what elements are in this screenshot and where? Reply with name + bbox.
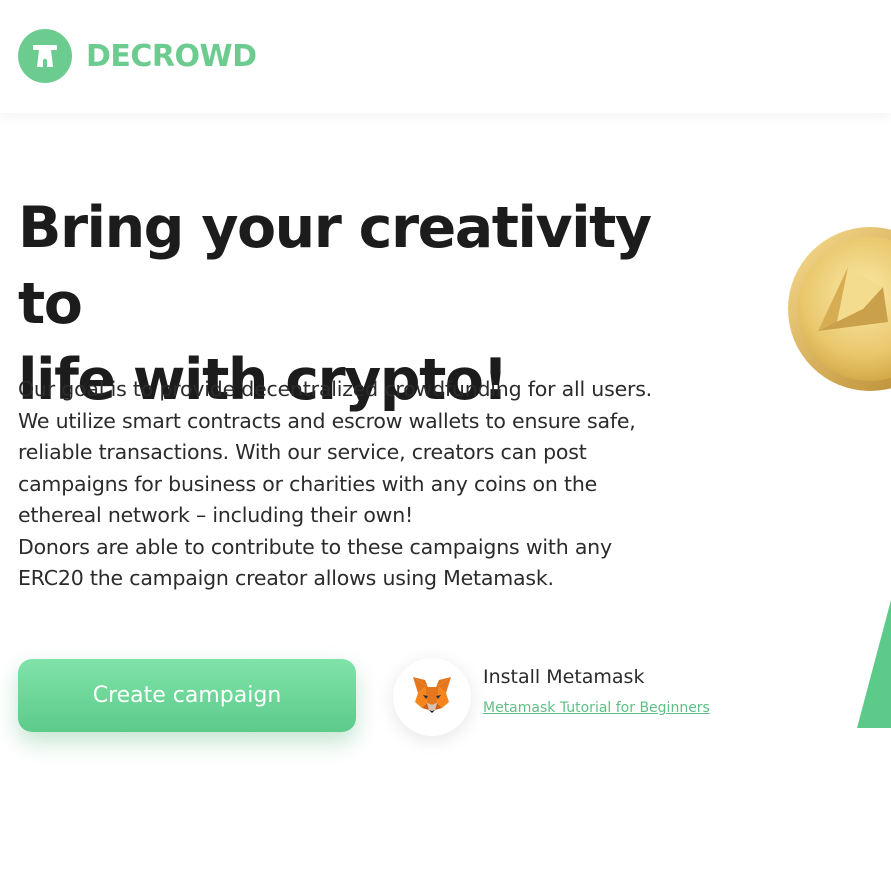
create-campaign-button[interactable]: Create campaign [18, 659, 356, 732]
description-line: reliable transactions. With our service,… [18, 440, 587, 464]
description-line: campaigns for business or charities with… [18, 471, 598, 496]
site-header: DECROWD [0, 0, 891, 113]
description-line: Donors are able to contribute to these c… [18, 534, 612, 559]
green-pyramid-icon [853, 600, 891, 733]
metamask-badge[interactable] [393, 658, 471, 736]
ethereum-coin-icon [788, 227, 891, 396]
description-line: ethereal network – including their own! [18, 503, 414, 527]
hero-description: Our goal is to provide decentralized cro… [18, 374, 718, 595]
metamask-tutorial-link[interactable]: Metamask Tutorial for Beginners [483, 700, 710, 716]
page: DECROWD Bring your creativity to life wi… [0, 0, 891, 891]
description-line: Our goal is to provide decentralized cro… [18, 377, 653, 401]
install-metamask-title: Install Metamask [483, 666, 645, 688]
logo-link[interactable]: DECROWD [18, 29, 257, 83]
metamask-fox-icon [410, 675, 454, 720]
brand-name: DECROWD [86, 38, 257, 74]
headline-line-1: Bring your creativity to [18, 195, 652, 337]
description-line: ERC20 the campaign creator allows using … [18, 566, 554, 590]
description-line: We utilize smart contracts and escrow wa… [18, 408, 636, 433]
tower-gate-icon [18, 29, 72, 83]
